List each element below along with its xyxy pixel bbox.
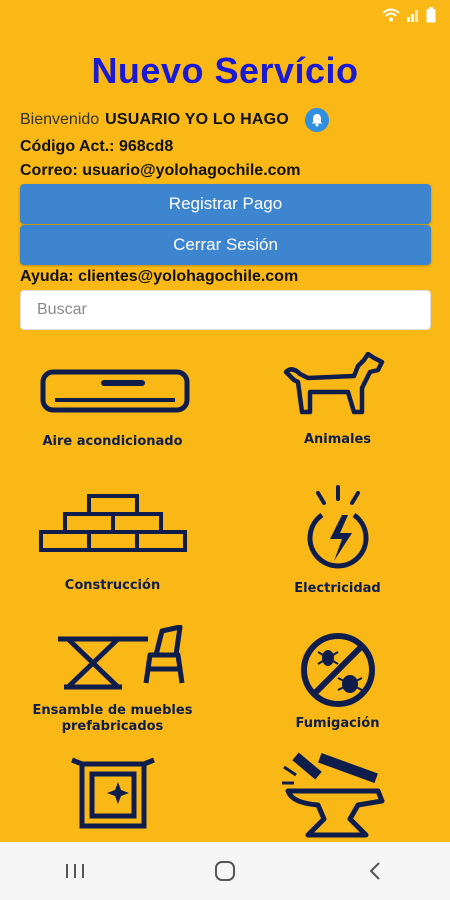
activation-code: Código Act.: 968cd8 [20,138,174,155]
recent-apps-icon [66,864,84,878]
home-icon [215,861,235,881]
logout-button[interactable]: Cerrar Sesión [20,225,431,265]
no-bugs-icon [300,633,375,707]
category-label: Animales [303,432,372,447]
category-item-8[interactable] [225,745,450,840]
welcome-prefix: Bienvenido [20,111,100,128]
welcome-line: Bienvenido USUARIO YO LO HAGO [20,108,329,132]
category-label: Aire acondicionado [42,434,183,449]
system-nav-bar [0,842,450,900]
category-label: Construcción [64,578,161,593]
back-icon [369,862,380,880]
category-animales[interactable]: Animales [225,352,450,448]
furniture-icon [57,625,184,690]
home-button[interactable] [195,851,255,891]
category-electricidad[interactable]: Electricidad [225,485,450,597]
electricity-icon [307,485,368,569]
category-label: Electricidad [294,581,381,596]
battery-icon [426,7,436,23]
status-bar [0,0,450,30]
anvil-hammer-icon [281,752,384,838]
register-payment-button[interactable]: Registrar Pago [20,184,431,224]
notification-bell-icon[interactable] [304,108,329,132]
category-construccion[interactable]: Construcción [0,490,225,594]
bricks-icon [38,494,187,552]
email-line: Correo: usuario@yolohagochile.com [20,162,301,179]
page-title: Nuevo Servício [91,50,359,91]
help-email-line: Ayuda: clientes@yolohagochile.com [20,268,299,285]
signal-icon [406,8,420,22]
user-name: USUARIO YO LO HAGO [105,111,289,128]
frame-cleaning-icon [70,757,155,829]
back-button[interactable] [345,851,405,891]
category-grid: Aire acondicionado Animales Construcción [0,340,450,840]
category-aire-acondicionado[interactable]: Aire acondicionado [0,360,225,450]
category-label: Ensamble de muebles prefabricados [32,703,193,734]
category-ensamble-muebles[interactable]: Ensamble de muebles prefabricados [0,625,225,735]
recent-apps-button[interactable] [45,851,105,891]
category-fumigacion[interactable]: Fumigación [225,630,450,732]
search-input[interactable] [20,290,431,330]
category-label: Fumigación [295,716,380,731]
wifi-icon [382,8,400,22]
category-item-7[interactable] [0,750,225,840]
dog-icon [283,352,384,415]
air-conditioner-icon [40,369,189,413]
